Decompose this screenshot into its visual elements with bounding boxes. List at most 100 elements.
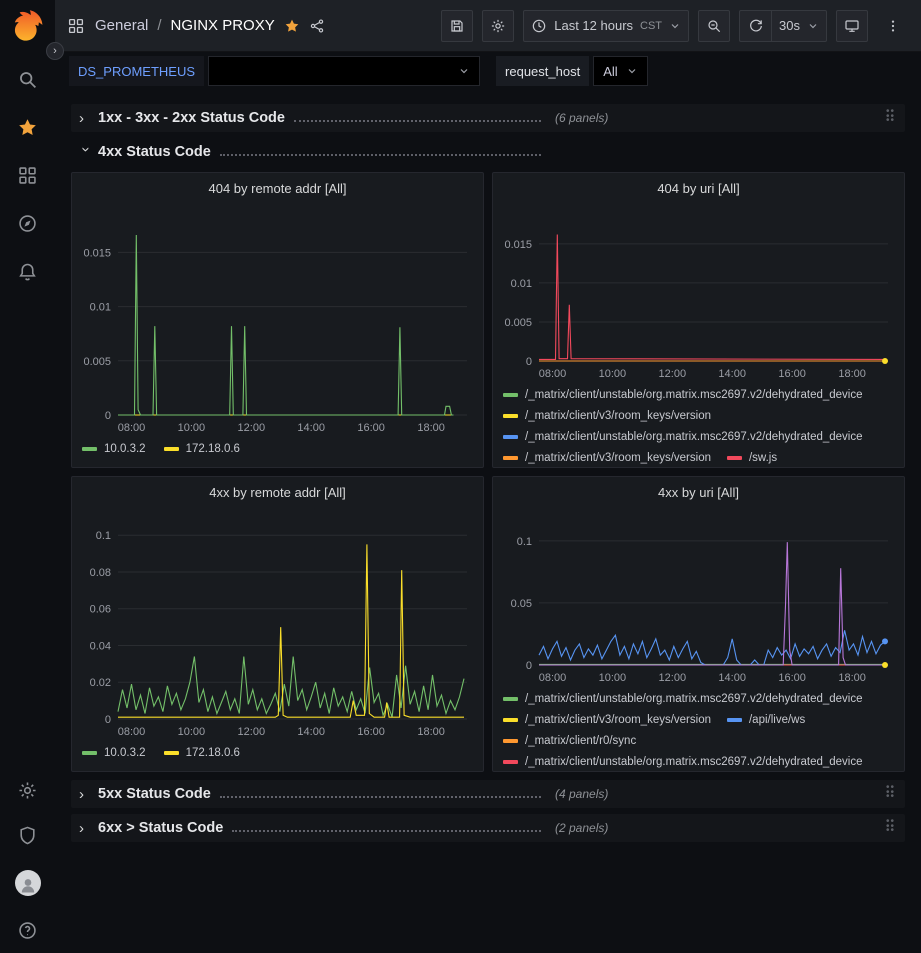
legend-item[interactable]: /_matrix/client/unstable/org.matrix.msc2… xyxy=(503,385,863,405)
grafana-logo[interactable] xyxy=(10,9,46,45)
svg-text:10:00: 10:00 xyxy=(178,422,206,434)
refresh-group: 30s xyxy=(739,10,827,42)
legend-item[interactable]: /api/live/ws xyxy=(727,710,805,730)
row-chevron-icon: › xyxy=(78,147,95,161)
alerting-bell-icon[interactable] xyxy=(17,261,38,282)
panels-grid: 404 by remote addr [All] 00.0050.010.015… xyxy=(71,172,905,772)
variable-request-host: request_host All xyxy=(496,56,648,86)
user-avatar[interactable] xyxy=(15,870,41,896)
svg-text:10:00: 10:00 xyxy=(178,726,206,738)
row-6xx-status-code[interactable]: › 6xx > Status Code (2 panels) •••••• xyxy=(71,814,905,842)
dashboards-icon[interactable] xyxy=(17,165,38,186)
legend-item[interactable]: /sw.js xyxy=(727,448,777,467)
legend-swatch xyxy=(503,414,518,418)
chart-plot[interactable]: 00.020.040.060.080.108:0010:0012:0014:00… xyxy=(72,516,483,741)
legend-item[interactable]: /_matrix/client/unstable/org.matrix.msc2… xyxy=(503,427,863,447)
chart-plot[interactable]: 00.0050.010.01508:0010:0012:0014:0016:00… xyxy=(493,212,904,383)
share-icon[interactable] xyxy=(309,18,325,34)
starred-dashboards-icon[interactable] xyxy=(17,117,38,138)
row-panel-count: (6 panels) xyxy=(555,111,608,125)
legend-item[interactable]: 10.0.3.2 xyxy=(82,743,146,763)
row-drag-handle[interactable]: •••••• xyxy=(884,784,897,804)
legend-label: 172.18.0.6 xyxy=(186,439,240,459)
breadcrumb-folder[interactable]: General xyxy=(95,17,148,34)
row-drag-handle[interactable]: •••••• xyxy=(884,818,897,838)
legend-swatch xyxy=(164,447,179,451)
dashboard-settings-button[interactable] xyxy=(482,10,514,42)
favorite-star-icon[interactable] xyxy=(284,18,300,34)
server-admin-shield-icon[interactable] xyxy=(17,825,38,846)
sidebar-expand-button[interactable]: › xyxy=(46,42,64,60)
svg-text:18:00: 18:00 xyxy=(838,368,866,380)
svg-text:12:00: 12:00 xyxy=(659,672,687,684)
legend-item[interactable]: 10.0.3.2 xyxy=(82,439,146,459)
row-drag-handle[interactable]: •••••• xyxy=(884,108,897,128)
row-chevron-icon: › xyxy=(79,786,93,803)
clock-icon xyxy=(531,18,547,34)
row-1xx-3xx-2xx-status-code[interactable]: › 1xx - 3xx - 2xx Status Code (6 panels)… xyxy=(71,104,905,132)
row-dotted-line xyxy=(232,830,541,832)
help-icon[interactable] xyxy=(17,920,38,941)
svg-text:0.05: 0.05 xyxy=(511,598,532,610)
explore-compass-icon[interactable] xyxy=(17,213,38,234)
panel-title[interactable]: 4xx by uri [All] xyxy=(493,479,904,505)
chart-plot[interactable]: 00.050.108:0010:0012:0014:0016:0018:00 xyxy=(493,516,904,687)
save-dashboard-button[interactable] xyxy=(441,10,473,42)
panel-title[interactable]: 4xx by remote addr [All] xyxy=(72,479,483,505)
row-panel-count: (2 panels) xyxy=(555,821,608,835)
svg-text:0.04: 0.04 xyxy=(90,640,111,652)
svg-text:0.02: 0.02 xyxy=(90,677,111,689)
chart-plot[interactable]: 00.0050.010.01508:0010:0012:0014:0016:00… xyxy=(72,212,483,437)
breadcrumb-dashboard-title[interactable]: NGINX PROXY xyxy=(171,17,275,34)
timezone-label: CST xyxy=(640,20,662,32)
legend-item[interactable]: 172.18.0.6 xyxy=(164,743,240,763)
datasource-select[interactable] xyxy=(208,56,480,86)
svg-text:0.005: 0.005 xyxy=(504,317,532,329)
panel-4xx-by-remote-addr: 4xx by remote addr [All] 00.020.040.060.… xyxy=(71,476,484,772)
panel-404-by-uri: 404 by uri [All] 00.0050.010.01508:0010:… xyxy=(492,172,905,468)
svg-text:16:00: 16:00 xyxy=(778,368,806,380)
legend-item[interactable]: /_matrix/client/v3/room_keys/version xyxy=(503,448,711,467)
row-dotted-line xyxy=(220,154,541,156)
search-icon[interactable] xyxy=(17,69,38,90)
dashboard-canvas: › 1xx - 3xx - 2xx Status Code (6 panels)… xyxy=(55,90,921,953)
legend-label: /_matrix/client/v3/room_keys/version xyxy=(525,710,711,730)
row-title: 4xx Status Code xyxy=(98,144,211,160)
zoom-out-button[interactable] xyxy=(698,10,730,42)
panel-title[interactable]: 404 by uri [All] xyxy=(493,175,904,201)
kebab-menu-button[interactable] xyxy=(877,10,909,42)
svg-text:0: 0 xyxy=(526,356,532,368)
request-host-select[interactable]: All xyxy=(593,56,647,86)
legend-item[interactable]: /_matrix/client/v3/room_keys/version xyxy=(503,710,711,730)
legend-item[interactable]: /_matrix/client/unstable/org.matrix.msc2… xyxy=(503,689,863,709)
legend-item[interactable]: /_matrix/client/unstable/org.matrix.msc2… xyxy=(503,752,863,771)
refresh-interval-dropdown[interactable]: 30s xyxy=(771,10,827,42)
refresh-button[interactable] xyxy=(739,10,771,42)
svg-text:0.06: 0.06 xyxy=(90,603,111,615)
row-chevron-icon: › xyxy=(79,110,93,127)
sidebar-bottom-nav xyxy=(15,780,41,953)
row-title: 1xx - 3xx - 2xx Status Code xyxy=(98,110,285,126)
legend-item[interactable]: /_matrix/client/r0/sync xyxy=(503,731,636,751)
legend-swatch xyxy=(503,718,518,722)
svg-text:16:00: 16:00 xyxy=(357,726,385,738)
refresh-interval-label: 30s xyxy=(779,18,800,33)
tv-mode-button[interactable] xyxy=(836,10,868,42)
chart-legend: /_matrix/client/unstable/org.matrix.msc2… xyxy=(493,687,904,771)
dashboard-grid-icon[interactable] xyxy=(67,17,85,35)
panel-title[interactable]: 404 by remote addr [All] xyxy=(72,175,483,201)
chart-legend: /_matrix/client/unstable/org.matrix.msc2… xyxy=(493,383,904,467)
legend-swatch xyxy=(503,760,518,764)
time-range-picker[interactable]: Last 12 hours CST xyxy=(523,10,689,42)
legend-swatch xyxy=(82,751,97,755)
legend-item[interactable]: /_matrix/client/v3/room_keys/version xyxy=(503,406,711,426)
breadcrumb-separator: / xyxy=(157,17,161,34)
svg-text:0.08: 0.08 xyxy=(90,567,111,579)
svg-text:0: 0 xyxy=(105,410,111,422)
row-4xx-status-code[interactable]: › 4xx Status Code •••••• xyxy=(71,138,905,166)
row-5xx-status-code[interactable]: › 5xx Status Code (4 panels) •••••• xyxy=(71,780,905,808)
legend-item[interactable]: 172.18.0.6 xyxy=(164,439,240,459)
variables-bar: DS_PROMETHEUS request_host All xyxy=(55,52,921,90)
configuration-gear-icon[interactable] xyxy=(17,780,38,801)
chart-legend: 10.0.3.2 172.18.0.6 xyxy=(72,741,483,771)
